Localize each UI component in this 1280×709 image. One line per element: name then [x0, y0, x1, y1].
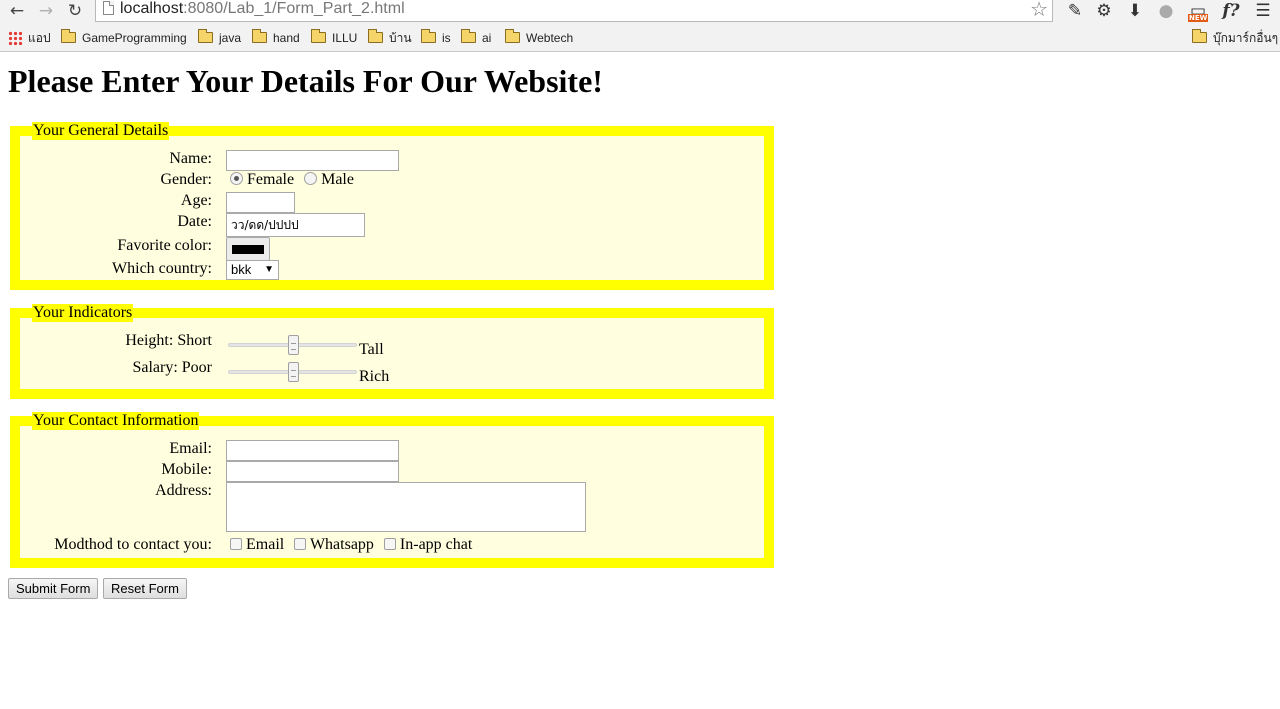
indicators-fieldset: Your Indicators Height: Short Tall Salar… — [10, 304, 774, 399]
general-details-legend: Your General Details — [32, 122, 170, 140]
salary-slider[interactable] — [228, 362, 357, 382]
eyedropper-extension-icon[interactable]: ✎ — [1062, 0, 1088, 24]
bookmark-ai[interactable]: ai — [461, 29, 491, 46]
folder-icon — [198, 29, 213, 43]
height-slider[interactable] — [228, 335, 357, 355]
name-label: Name: — [169, 150, 212, 167]
bookmark-other[interactable]: บุ๊กมาร์กอื่นๆ — [1192, 29, 1278, 46]
folder-icon — [368, 29, 383, 43]
height-row: Height: Short Tall — [20, 332, 764, 358]
mobile-row: Mobile: — [20, 461, 764, 482]
address-row: Address: — [20, 482, 764, 534]
contact-fieldset: Your Contact Information Email: Mobile: … — [10, 412, 774, 568]
page-title: Please Enter Your Details For Our Websit… — [8, 63, 603, 99]
mobile-label: Mobile: — [161, 461, 212, 478]
bookmark-java[interactable]: java — [198, 29, 241, 46]
reset-button[interactable]: Reset Form — [103, 578, 187, 599]
contact-whatsapp-label: Whatsapp — [309, 536, 374, 553]
country-label: Which country: — [112, 260, 212, 277]
new-badge: NEW — [1188, 14, 1209, 22]
address-label: Address: — [155, 482, 212, 499]
name-row: Name: — [20, 150, 764, 171]
bookmark-home[interactable]: บ้าน — [368, 29, 412, 46]
submit-button[interactable]: Submit Form — [8, 578, 99, 599]
bookmark-illu[interactable]: ILLU — [311, 29, 357, 46]
date-row: Date: วว/ดด/ปปปป — [20, 213, 764, 237]
indicators-legend: Your Indicators — [32, 304, 134, 322]
mobile-input[interactable] — [226, 461, 399, 482]
color-label: Favorite color: — [117, 237, 212, 254]
email-row: Email: — [20, 440, 764, 461]
back-icon[interactable]: ← — [5, 0, 29, 22]
folder-icon — [61, 29, 76, 43]
color-row: Favorite color: — [20, 237, 764, 261]
slider-thumb[interactable] — [287, 362, 299, 382]
contact-inapp-label: In-app chat — [399, 536, 473, 553]
date-input[interactable]: วว/ดด/ปปปป — [226, 213, 365, 237]
name-input[interactable] — [226, 150, 399, 171]
height-end-label: Tall — [359, 341, 384, 358]
contact-email-checkbox[interactable] — [230, 538, 242, 550]
bookmark-webtech[interactable]: Webtech — [505, 29, 573, 46]
extension-disabled-icon[interactable]: ● — [1153, 0, 1179, 24]
contact-method-label: Modthod to contact you: — [54, 536, 212, 553]
bookmarks-bar: แอป GameProgramming java hand ILLU บ้าน … — [0, 24, 1280, 52]
bookmark-is[interactable]: is — [421, 29, 451, 46]
settings-gear-icon[interactable]: ⚙ — [1091, 0, 1117, 24]
gender-male-radio[interactable] — [304, 172, 318, 185]
gender-male-label: Male — [321, 171, 354, 188]
bookmark-apps[interactable]: แอป — [8, 30, 51, 46]
gender-label: Gender: — [160, 171, 212, 188]
bookmark-hand[interactable]: hand — [252, 29, 300, 46]
date-label: Date: — [177, 213, 212, 230]
gender-female-label: Female — [247, 171, 295, 188]
formula-extension-icon[interactable]: f? — [1218, 0, 1244, 24]
contact-inapp-checkbox[interactable] — [383, 538, 396, 550]
folder-icon — [505, 29, 520, 43]
contact-email-label: Email — [246, 536, 285, 553]
height-label: Height: Short — [125, 332, 212, 349]
color-swatch — [232, 245, 264, 254]
contact-whatsapp-checkbox[interactable] — [294, 538, 307, 550]
contact-legend: Your Contact Information — [32, 412, 200, 430]
contact-method-row: Modthod to contact you: Email Whatsapp I… — [20, 536, 764, 557]
folder-icon — [311, 29, 326, 43]
country-row: Which country: bkk ▼ — [20, 260, 764, 281]
folder-icon — [1192, 29, 1207, 43]
screen-capture-icon[interactable]: ▭ NEW — [1185, 0, 1211, 24]
url-text: localhost:8080/Lab_1/Form_Part_2.html — [120, 0, 405, 17]
folder-icon — [461, 29, 476, 43]
salary-end-label: Rich — [359, 368, 390, 385]
email-input[interactable] — [226, 440, 399, 461]
page-icon — [103, 1, 114, 15]
reload-icon[interactable]: ↻ — [63, 0, 87, 22]
age-label: Age: — [180, 192, 212, 209]
country-select[interactable]: bkk ▼ — [226, 260, 279, 280]
salary-label: Salary: Poor — [132, 359, 212, 376]
gender-female-radio[interactable] — [230, 172, 243, 185]
email-label: Email: — [169, 440, 212, 457]
age-input[interactable] — [226, 192, 295, 213]
general-details-fieldset: Your General Details Name: Gender: Femal… — [10, 122, 774, 290]
color-picker[interactable] — [226, 237, 270, 261]
address-bar[interactable]: localhost:8080/Lab_1/Form_Part_2.html ☆ — [95, 0, 1053, 22]
bookmark-star-icon[interactable]: ☆ — [1030, 0, 1048, 20]
download-icon[interactable]: ⬇ — [1122, 0, 1148, 24]
bookmark-gameprogramming[interactable]: GameProgramming — [61, 29, 187, 46]
forward-icon[interactable]: → — [34, 0, 58, 22]
browser-toolbar: ← → ↻ localhost:8080/Lab_1/Form_Part_2.h… — [0, 0, 1280, 24]
gender-row: Gender: Female Male — [20, 171, 764, 192]
salary-row: Salary: Poor Rich — [20, 359, 764, 385]
folder-icon — [252, 29, 267, 43]
slider-thumb[interactable] — [287, 335, 299, 355]
address-textarea[interactable] — [226, 482, 586, 532]
dropdown-arrow-icon: ▼ — [264, 264, 274, 275]
menu-icon[interactable]: ☰ — [1250, 0, 1276, 24]
folder-icon — [421, 29, 436, 43]
age-row: Age: — [20, 192, 764, 213]
apps-grid-icon — [8, 31, 22, 45]
